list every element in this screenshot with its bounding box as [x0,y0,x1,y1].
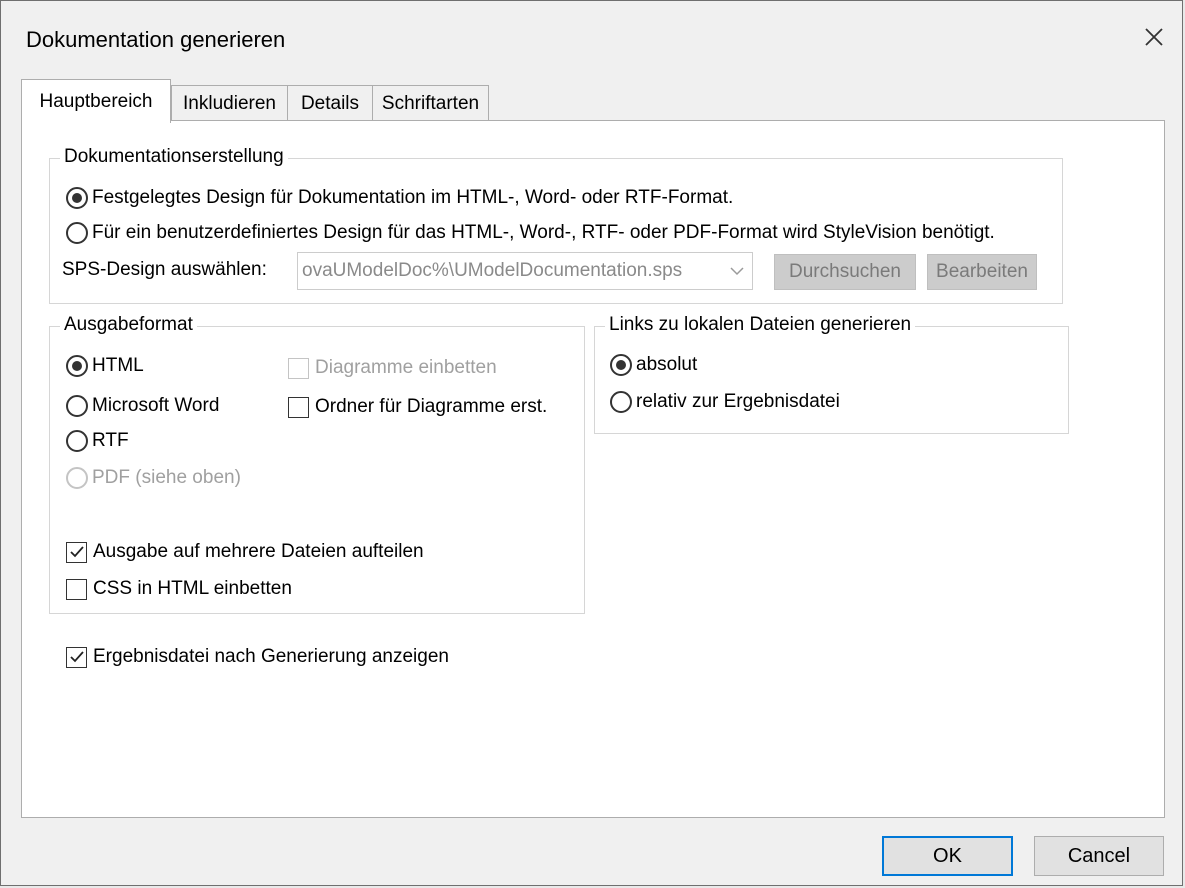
output-format-legend: Ausgabeformat [60,314,197,336]
tab-hauptbereich[interactable]: Hauptbereich [21,79,171,123]
ok-label: OK [933,844,962,867]
checkbox-create-folder-label: Ordner für Diagramme erst. [315,396,548,417]
radio-rtf-indicator[interactable] [66,430,88,452]
ok-button[interactable]: OK [882,836,1013,876]
radio-absolute-label: absolut [636,354,698,375]
checkbox-show-result[interactable]: Ergebnisdatei nach Generierung anzeigen [66,646,449,668]
radio-pdf[interactable]: PDF (siehe oben) [66,467,241,489]
radio-rtf[interactable]: RTF [66,430,129,452]
edit-button[interactable]: Bearbeiten [927,254,1037,290]
sps-design-value: ovaUModelDoc%\UModelDocumentation.sps [302,260,683,281]
close-button[interactable] [1132,15,1176,59]
radio-relative[interactable]: relativ zur Ergebnisdatei [610,391,840,413]
browse-button[interactable]: Durchsuchen [774,254,916,290]
tab-label: Details [300,92,360,114]
edit-label: Bearbeiten [936,261,1028,282]
cancel-label: Cancel [1067,844,1131,867]
doc-creation-legend: Dokumentationserstellung [60,146,288,168]
checkbox-show-result-label: Ergebnisdatei nach Generierung anzeigen [93,646,449,667]
sps-label: SPS-Design auswählen: [62,259,267,281]
radio-fixed-indicator[interactable] [66,187,88,209]
checkbox-create-folder[interactable]: Ordner für Diagramme erst. [288,396,547,418]
checkmark-icon [69,546,84,558]
radio-rtf-label: RTF [92,430,129,451]
radio-custom-design[interactable]: Für ein benutzerdefiniertes Design für d… [66,222,997,244]
radio-pdf-indicator[interactable] [66,467,88,489]
chevron-down-icon[interactable] [722,266,752,276]
tab-label: Hauptbereich [39,90,153,112]
radio-relative-indicator[interactable] [610,391,632,413]
browse-label: Durchsuchen [789,261,901,282]
title-bar: Dokumentation generieren [1,1,1182,73]
checkbox-embed-css-label: CSS in HTML einbetten [93,578,292,599]
tab-details[interactable]: Details [287,85,373,121]
radio-html[interactable]: HTML [66,355,144,377]
sps-design-combo[interactable]: ovaUModelDoc%\UModelDocumentation.sps [297,252,753,290]
tab-label: Schriftarten [381,92,480,114]
radio-fixed-design[interactable]: Festgelegtes Design für Dokumentation im… [66,187,733,209]
checkbox-create-folder-box[interactable] [288,396,309,418]
checkbox-embed-diagrams-label: Diagramme einbetten [315,357,497,378]
radio-absolute-indicator[interactable] [610,354,632,376]
checkbox-split-output-label: Ausgabe auf mehrere Dateien aufteilen [93,541,424,562]
radio-absolute[interactable]: absolut [610,354,697,376]
close-icon [1145,28,1163,46]
radio-word-label: Microsoft Word [92,395,220,416]
cancel-button[interactable]: Cancel [1034,836,1164,876]
radio-relative-label: relativ zur Ergebnisdatei [636,391,840,412]
checkbox-show-result-box[interactable] [66,646,87,668]
tab-schriftarten[interactable]: Schriftarten [372,85,489,121]
radio-word[interactable]: Microsoft Word [66,395,219,417]
radio-pdf-label: PDF (siehe oben) [92,467,241,488]
radio-fixed-label: Festgelegtes Design für Dokumentation im… [92,187,734,208]
tab-inkludieren[interactable]: Inkludieren [171,85,288,121]
checkbox-embed-css-box[interactable] [66,578,87,600]
checkbox-split-output[interactable]: Ausgabe auf mehrere Dateien aufteilen [66,541,424,563]
checkmark-icon [69,651,84,663]
radio-custom-label: Für ein benutzerdefiniertes Design für d… [92,222,995,243]
tab-label: Inkludieren [183,92,276,114]
checkbox-embed-css[interactable]: CSS in HTML einbetten [66,578,292,600]
radio-html-indicator[interactable] [66,355,88,377]
radio-word-indicator[interactable] [66,395,88,417]
dialog-window: Dokumentation generieren Hauptbereich In… [0,0,1183,886]
radio-custom-indicator[interactable] [66,222,88,244]
links-legend: Links zu lokalen Dateien generieren [605,314,916,336]
tab-panel-main: Dokumentationserstellung Festgelegtes De… [21,120,1165,818]
radio-html-label: HTML [92,355,144,376]
links-group: Links zu lokalen Dateien generieren [594,314,1069,434]
checkbox-embed-diagrams-box[interactable] [288,357,309,379]
window-title: Dokumentation generieren [26,27,286,52]
checkbox-embed-diagrams[interactable]: Diagramme einbetten [288,357,497,379]
sps-label-text: SPS-Design auswählen: [62,259,267,280]
checkbox-split-output-box[interactable] [66,541,87,563]
